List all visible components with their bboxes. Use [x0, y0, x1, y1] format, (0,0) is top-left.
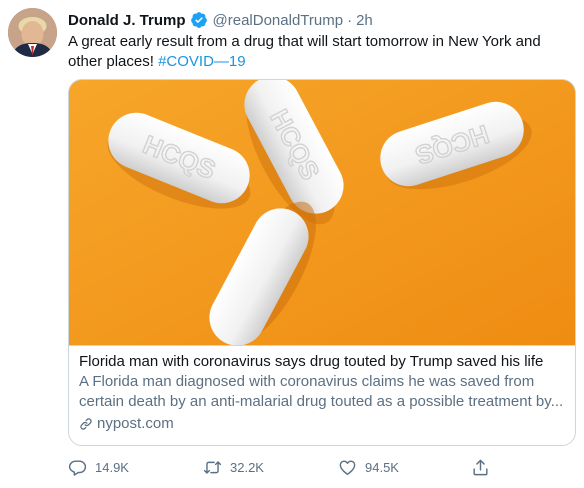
- tweet-header: Donald J. Trump @realDonaldTrump · 2h: [68, 10, 373, 30]
- like-count: 94.5K: [365, 459, 399, 475]
- tweet-body-text: A great early result from a drug that wi…: [68, 33, 541, 70]
- card-description: A Florida man diagnosed with coronavirus…: [79, 373, 564, 410]
- author-name[interactable]: Donald J. Trump: [68, 12, 186, 29]
- like-button[interactable]: 94.5K: [338, 458, 399, 477]
- tweet-text: A great early result from a drug that wi…: [68, 32, 568, 72]
- retweet-count: 32.2K: [230, 459, 264, 475]
- card-domain: nypost.com: [79, 414, 565, 434]
- card-body: Florida man with coronavirus says drug t…: [69, 345, 575, 445]
- separator-dot: ·: [347, 11, 353, 29]
- link-preview-card[interactable]: HCQS HCQS HCQS Florida man with coronavi…: [68, 79, 576, 446]
- tweet[interactable]: Donald J. Trump @realDonaldTrump · 2h A …: [0, 0, 584, 488]
- avatar-portrait-image: [8, 8, 57, 57]
- pills-photo-image: HCQS HCQS HCQS: [69, 80, 575, 345]
- verified-badge-icon: [190, 12, 207, 28]
- reply-count: 14.9K: [95, 459, 129, 475]
- tweet-timestamp[interactable]: 2h: [356, 12, 373, 29]
- card-domain-text: nypost.com: [97, 415, 174, 432]
- retweet-icon: [203, 460, 222, 474]
- share-button[interactable]: [471, 458, 498, 477]
- reply-button[interactable]: 14.9K: [68, 458, 129, 477]
- retweet-button[interactable]: 32.2K: [203, 458, 264, 477]
- avatar[interactable]: [8, 8, 57, 57]
- card-image: HCQS HCQS HCQS: [69, 80, 575, 345]
- link-icon: [80, 418, 92, 430]
- author-handle[interactable]: @realDonaldTrump: [213, 12, 344, 29]
- card-title: Florida man with coronavirus says drug t…: [79, 353, 544, 370]
- heart-icon: [339, 459, 356, 475]
- share-icon: [473, 459, 488, 475]
- tweet-actions: 14.9K 32.2K 94.5K: [68, 456, 508, 478]
- hashtag-link[interactable]: #COVID—19: [158, 53, 246, 70]
- reply-icon: [68, 459, 87, 476]
